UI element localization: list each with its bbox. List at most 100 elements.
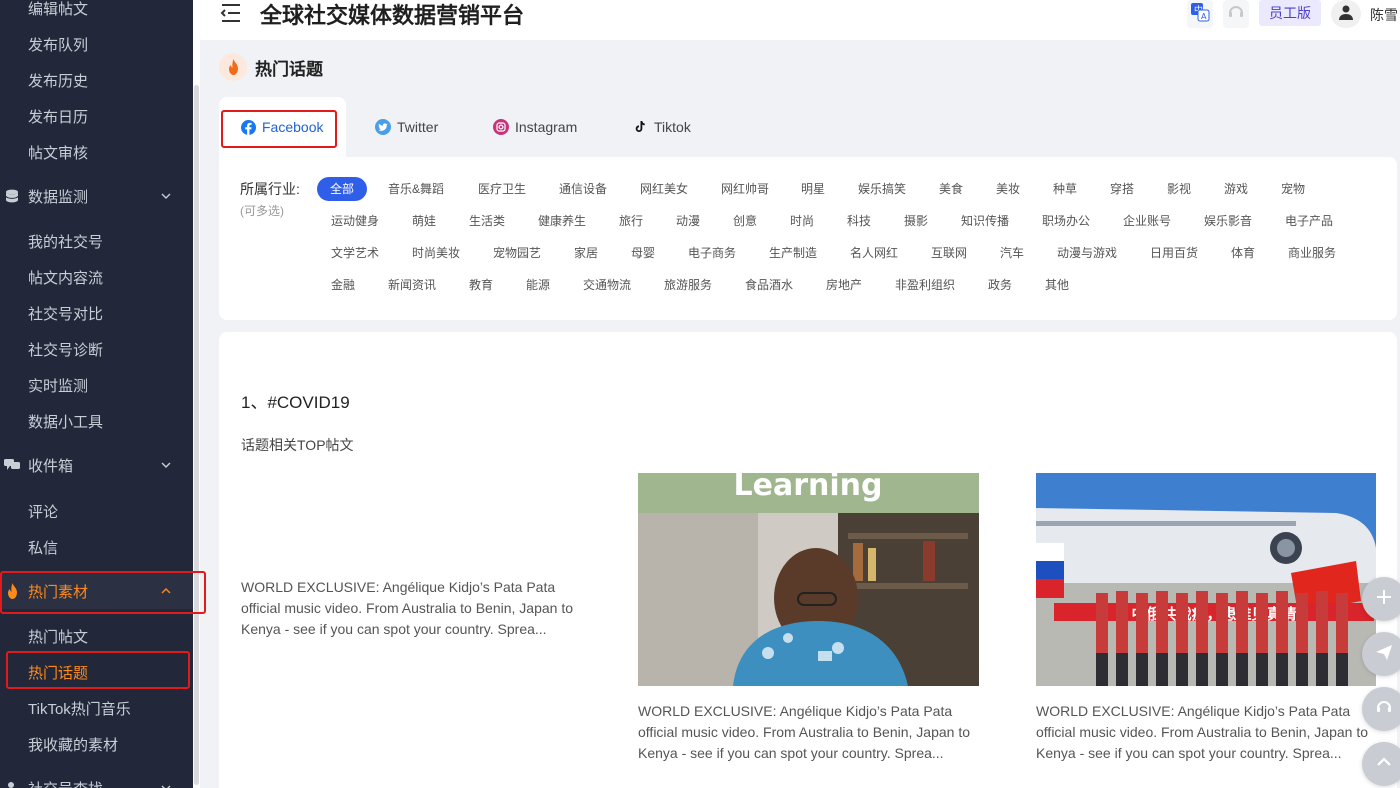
industry-chip[interactable]: 企业账号	[1123, 209, 1171, 233]
industry-chip[interactable]: 全部	[317, 177, 368, 201]
sidebar-item-post-stream[interactable]: 帖文内容流	[0, 259, 193, 295]
industry-chip[interactable]: 动漫与游戏	[1057, 241, 1117, 265]
post-text[interactable]: WORLD EXCLUSIVE: Angélique Kidjo’s Pata …	[1036, 701, 1376, 764]
sidebar-item-my-favorites[interactable]: 我收藏的素材	[0, 726, 193, 762]
industry-chip[interactable]: 家居	[574, 241, 598, 265]
industry-chip[interactable]: 职场办公	[1042, 209, 1090, 233]
sidebar-item-comments[interactable]: 评论	[0, 493, 193, 529]
sidebar-group-data-monitoring[interactable]: 数据监测	[0, 178, 193, 214]
industry-chip[interactable]: 科技	[847, 209, 871, 233]
industry-chip[interactable]: 运动健身	[331, 209, 379, 233]
sidebar-group-account-search[interactable]: 社交号查找	[0, 770, 193, 788]
tab-tiktok[interactable]: Tiktok	[632, 97, 691, 157]
sidebar-item-post-review[interactable]: 帖文审核	[0, 134, 193, 170]
industry-chip[interactable]: 创意	[733, 209, 757, 233]
industry-chip[interactable]: 萌娃	[412, 209, 436, 233]
industry-chip[interactable]: 知识传播	[961, 209, 1009, 233]
sidebar-item-data-tools[interactable]: 数据小工具	[0, 403, 193, 439]
industry-chip[interactable]: 电子产品	[1285, 209, 1333, 233]
add-button[interactable]	[1362, 577, 1400, 621]
post-text[interactable]: WORLD EXCLUSIVE: Angélique Kidjo’s Pata …	[241, 577, 581, 640]
industry-chip[interactable]: 摄影	[904, 209, 928, 233]
industry-chip[interactable]: 种草	[1053, 177, 1077, 201]
tab-twitter[interactable]: Twitter	[375, 97, 438, 157]
industry-chip[interactable]: 新闻资讯	[388, 273, 436, 297]
sidebar-item-publish-calendar[interactable]: 发布日历	[0, 98, 193, 134]
industry-chip[interactable]: 音乐&舞蹈	[388, 177, 444, 201]
user-name[interactable]: 陈雪	[1370, 5, 1398, 25]
sidebar-group-hot-materials[interactable]: 热门素材	[0, 573, 193, 609]
industry-chip[interactable]: 教育	[469, 273, 493, 297]
industry-chip[interactable]: 文学艺术	[331, 241, 379, 265]
support-fab[interactable]	[1362, 687, 1400, 731]
support-button[interactable]	[1223, 0, 1249, 28]
industry-chip[interactable]: 非盈利组织	[895, 273, 955, 297]
industry-chip[interactable]: 明星	[801, 177, 825, 201]
industry-chip[interactable]: 美食	[939, 177, 963, 201]
sidebar-item-edit-post[interactable]: 编辑帖文	[0, 0, 193, 26]
industry-chip[interactable]: 能源	[526, 273, 550, 297]
industry-chip[interactable]: 时尚	[790, 209, 814, 233]
menu-fold-icon[interactable]	[220, 3, 242, 23]
topic-title[interactable]: 1、#COVID19	[241, 388, 350, 413]
sidebar-group-inbox[interactable]: 收件箱	[0, 447, 193, 483]
industry-chip[interactable]: 娱乐搞笑	[858, 177, 906, 201]
industry-chip[interactable]: 汽车	[1000, 241, 1024, 265]
industry-chip[interactable]: 网红帅哥	[721, 177, 769, 201]
sidebar-item-my-accounts[interactable]: 我的社交号	[0, 223, 193, 259]
avatar[interactable]	[1331, 0, 1361, 28]
industry-chip[interactable]: 美妆	[996, 177, 1020, 201]
industry-chip[interactable]: 其他	[1045, 273, 1069, 297]
industry-chip[interactable]: 娱乐影音	[1204, 209, 1252, 233]
industry-chip[interactable]: 游戏	[1224, 177, 1248, 201]
industry-chip[interactable]: 食品酒水	[745, 273, 793, 297]
industry-chip[interactable]: 穿搭	[1110, 177, 1134, 201]
staff-version-badge[interactable]: 员工版	[1259, 0, 1321, 26]
sidebar-item-direct-messages[interactable]: 私信	[0, 529, 193, 565]
post-image[interactable]: Learning	[638, 473, 979, 686]
industry-chip[interactable]: 宠物园艺	[493, 241, 541, 265]
industry-chip[interactable]: 影视	[1167, 177, 1191, 201]
industry-chip[interactable]: 金融	[331, 273, 355, 297]
industry-chip[interactable]: 时尚美妆	[412, 241, 460, 265]
industry-chip[interactable]: 旅游服务	[664, 273, 712, 297]
post-image[interactable]: 中俄共战疫，患难见真情	[1036, 473, 1376, 686]
post-text[interactable]: WORLD EXCLUSIVE: Angélique Kidjo’s Pata …	[638, 701, 978, 764]
industry-chip[interactable]: 商业服务	[1288, 241, 1336, 265]
industry-chip[interactable]: 日用百货	[1150, 241, 1198, 265]
industry-chip[interactable]: 政务	[988, 273, 1012, 297]
industry-chip[interactable]: 互联网	[931, 241, 967, 265]
scrollbar-thumb[interactable]	[194, 85, 199, 785]
sidebar-item-tiktok-music[interactable]: TikTok热门音乐	[0, 690, 193, 726]
back-to-top-button[interactable]	[1362, 742, 1400, 786]
industry-chip[interactable]: 电子商务	[688, 241, 736, 265]
tab-instagram[interactable]: Instagram	[493, 97, 577, 157]
sidebar-item-label: 数据小工具	[28, 413, 104, 431]
sidebar-item-account-diagnosis[interactable]: 社交号诊断	[0, 331, 193, 367]
industry-chip[interactable]: 通信设备	[559, 177, 607, 201]
tab-label: Instagram	[515, 119, 578, 135]
sidebar-scrollbar[interactable]	[193, 0, 200, 788]
industry-chip[interactable]: 名人网红	[850, 241, 898, 265]
industry-chip[interactable]: 生产制造	[769, 241, 817, 265]
industry-chip[interactable]: 母婴	[631, 241, 655, 265]
send-button[interactable]	[1362, 632, 1400, 676]
industry-chip[interactable]: 宠物	[1281, 177, 1305, 201]
sidebar-item-publish-history[interactable]: 发布历史	[0, 62, 193, 98]
sidebar-item-realtime-monitor[interactable]: 实时监测	[0, 367, 193, 403]
industry-chip[interactable]: 网红美女	[640, 177, 688, 201]
industry-chip[interactable]: 动漫	[676, 209, 700, 233]
translate-button[interactable]: 中A	[1187, 0, 1213, 28]
tab-facebook[interactable]: Facebook	[219, 97, 346, 157]
industry-chip[interactable]: 房地产	[826, 273, 862, 297]
sidebar-item-hot-topics[interactable]: 热门话题	[0, 654, 193, 690]
industry-chip[interactable]: 健康养生	[538, 209, 586, 233]
sidebar-item-publish-queue[interactable]: 发布队列	[0, 26, 193, 62]
industry-chip[interactable]: 体育	[1231, 241, 1255, 265]
sidebar-item-hot-posts[interactable]: 热门帖文	[0, 618, 193, 654]
industry-chip[interactable]: 生活类	[469, 209, 505, 233]
sidebar-item-account-compare[interactable]: 社交号对比	[0, 295, 193, 331]
industry-chip[interactable]: 旅行	[619, 209, 643, 233]
industry-chip[interactable]: 交通物流	[583, 273, 631, 297]
industry-chip[interactable]: 医疗卫生	[478, 177, 526, 201]
